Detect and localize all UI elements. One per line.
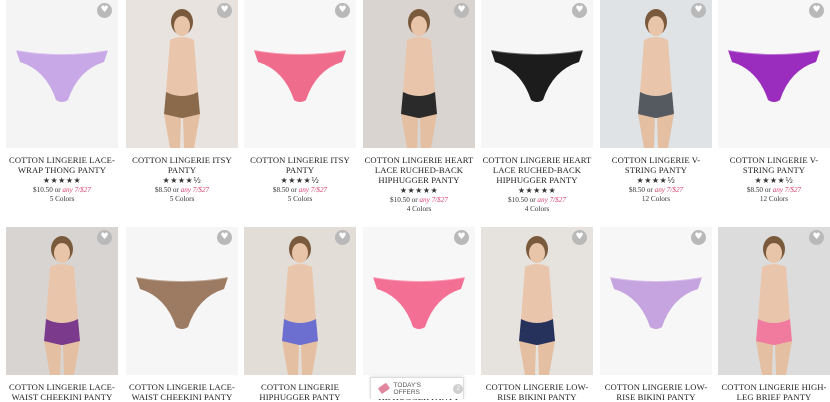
product-card[interactable]: ♥ COTTON LINGERIE ITSY PANTY ★★★★½ $8.50 o… <box>244 0 356 204</box>
rating-stars: ★★★★½ <box>636 176 676 185</box>
product-image[interactable]: ♥ <box>126 227 238 375</box>
heart-icon[interactable]: ♥ <box>454 3 469 18</box>
color-count: 4 Colors <box>524 205 550 213</box>
product-image[interactable]: ♥ <box>600 227 712 375</box>
price-text: $8.50 or <box>154 186 179 194</box>
product-image[interactable]: ♥ <box>600 0 712 148</box>
product-card[interactable]: ♥ COTTON LINGERIE HEART LACE RUCHED-BACK… <box>363 0 475 214</box>
product-title[interactable]: COTTON LINGERIE HEART LACE RUCHED-BACK H… <box>363 155 475 185</box>
product-image[interactable]: ♥ <box>363 227 475 375</box>
product-image[interactable]: ♥ <box>718 227 830 375</box>
heart-icon[interactable]: ♥ <box>691 230 706 245</box>
product-title[interactable]: COTTON LINGERIE LOW-RISE BIKINI PANTY <box>481 382 593 402</box>
product-price: $8.50 or any 7/$27 <box>718 185 830 195</box>
product-title[interactable]: COTTON LINGERIE V-STRING PANTY <box>718 155 830 175</box>
deal-text: any 7/$27 <box>62 186 91 194</box>
product-card[interactable]: ♥ COTTON LINGERIE HIGH-LEG BRIEF PANTY <box>718 227 830 402</box>
heart-icon[interactable]: ♥ <box>335 230 350 245</box>
deal-text: any 7/$27 <box>772 186 802 194</box>
deal-text: any 7/$27 <box>180 186 210 194</box>
rating-stars: ★★★★★ <box>517 186 557 195</box>
product-image[interactable]: ♥ <box>126 0 238 148</box>
product-card[interactable]: ♥ COTTON LINGERIE V-STRING PANTY ★★★★½ $8.… <box>718 0 830 204</box>
product-image[interactable]: ♥ <box>481 0 593 148</box>
price-text: $10.50 or <box>508 196 536 204</box>
product-image[interactable]: ♥ <box>718 0 830 148</box>
product-title[interactable]: COTTON LINGERIE LACE-WRAP THONG PANTY <box>6 155 118 175</box>
heart-icon[interactable]: ♥ <box>572 3 587 18</box>
product-title[interactable]: COTTON LINGERIE LACE-WAIST CHEEKINI PANT… <box>126 382 238 402</box>
deal-text: any 7/$27 <box>654 186 684 194</box>
product-card[interactable]: ♥ COTTON LINGERIE ITSY PANTY ★★★★½ $8.50 o… <box>126 0 238 204</box>
product-title[interactable]: COTTON LINGERIE V-STRING PANTY <box>600 155 712 175</box>
price-text: $10.50 or <box>33 186 61 194</box>
product-card[interactable]: ♥ COTTON LINGERIE LACE-WAIST CHEEKINI PA… <box>126 227 238 402</box>
color-count: 4 Colors <box>406 205 432 213</box>
todays-offers-tab[interactable]: TODAY'S OFFERS 2 <box>370 377 464 399</box>
rating-stars: ★★★★½ <box>754 176 794 185</box>
color-count: 12 Colors <box>641 195 671 203</box>
product-image[interactable]: ♥ <box>6 227 118 375</box>
color-count: 5 Colors <box>49 195 75 203</box>
product-card[interactable]: ♥ COTTON LINGERIE HIPHUGGER PANTY <box>363 227 475 402</box>
deal-text: any 7/$27 <box>298 186 328 194</box>
heart-icon[interactable]: ♥ <box>335 3 350 18</box>
product-card[interactable]: ♥ COTTON LINGERIE V-STRING PANTY ★★★★½ $8.… <box>600 0 712 204</box>
product-title[interactable]: COTTON LINGERIE HIGH-LEG BRIEF PANTY <box>718 382 830 402</box>
color-count: 5 Colors <box>287 195 313 203</box>
product-card[interactable]: ♥ COTTON LINGERIE LACE-WRAP THONG PANTY ★… <box>6 0 118 204</box>
color-count: 5 Colors <box>169 195 195 203</box>
product-title[interactable]: COTTON LINGERIE ITSY PANTY <box>244 155 356 175</box>
product-title[interactable]: COTTON LINGERIE HIPHUGGER PANTY <box>244 382 356 402</box>
product-price: $10.50 or any 7/$27 <box>481 195 593 205</box>
heart-icon[interactable]: ♥ <box>97 230 112 245</box>
product-price: $8.50 or any 7/$27 <box>126 185 238 195</box>
todays-offers-label: TODAY'S OFFERS <box>393 381 421 396</box>
heart-icon[interactable]: ♥ <box>217 230 232 245</box>
product-image[interactable]: ♥ <box>481 227 593 375</box>
heart-icon[interactable]: ♥ <box>809 230 824 245</box>
heart-icon[interactable]: ♥ <box>572 230 587 245</box>
product-card[interactable]: ♥ COTTON LINGERIE HIPHUGGER PANTY <box>244 227 356 402</box>
product-image[interactable]: ♥ <box>6 0 118 148</box>
heart-icon[interactable]: ♥ <box>97 3 112 18</box>
product-card[interactable]: ♥ COTTON LINGERIE LACE-WAIST CHEEKINI PA… <box>6 227 118 402</box>
product-card[interactable]: ♥ COTTON LINGERIE HEART LACE RUCHED-BACK… <box>481 0 593 214</box>
product-image[interactable]: ♥ <box>363 0 475 148</box>
product-price: $8.50 or any 7/$27 <box>244 185 356 195</box>
price-text: $10.50 or <box>390 196 418 204</box>
rating-stars: ★★★★★ <box>42 176 82 185</box>
product-title[interactable]: COTTON LINGERIE HEART LACE RUCHED-BACK H… <box>481 155 593 185</box>
heart-icon[interactable]: ♥ <box>217 3 232 18</box>
product-price: $10.50 or any 7/$27 <box>363 195 475 205</box>
product-image[interactable]: ♥ <box>244 0 356 148</box>
product-title[interactable]: COTTON LINGERIE LACE-WAIST CHEEKINI PANT… <box>6 382 118 402</box>
product-price: $10.50 or any 7/$27 <box>6 185 118 195</box>
heart-icon[interactable]: ♥ <box>809 3 824 18</box>
tag-icon <box>377 382 390 395</box>
rating-stars: ★★★★½ <box>280 176 320 185</box>
product-title[interactable]: COTTON LINGERIE ITSY PANTY <box>126 155 238 175</box>
offers-count-badge: 2 <box>453 383 463 394</box>
product-price: $8.50 or any 7/$27 <box>600 185 712 195</box>
price-text: $8.50 or <box>746 186 771 194</box>
product-card[interactable]: ♥ COTTON LINGERIE LOW-RISE BIKINI PANTY <box>481 227 593 402</box>
product-image[interactable]: ♥ <box>244 227 356 375</box>
rating-stars: ★★★★★ <box>399 186 439 195</box>
heart-icon[interactable]: ♥ <box>454 230 469 245</box>
price-text: $8.50 or <box>628 186 653 194</box>
price-text: $8.50 or <box>272 186 297 194</box>
product-title[interactable]: COTTON LINGERIE LOW-RISE BIKINI PANTY <box>600 382 712 402</box>
color-count: 12 Colors <box>759 195 789 203</box>
product-card[interactable]: ♥ COTTON LINGERIE LOW-RISE BIKINI PANTY <box>600 227 712 402</box>
deal-text: any 7/$27 <box>419 196 448 204</box>
rating-stars: ★★★★½ <box>162 176 202 185</box>
deal-text: any 7/$27 <box>537 196 566 204</box>
heart-icon[interactable]: ♥ <box>691 3 706 18</box>
